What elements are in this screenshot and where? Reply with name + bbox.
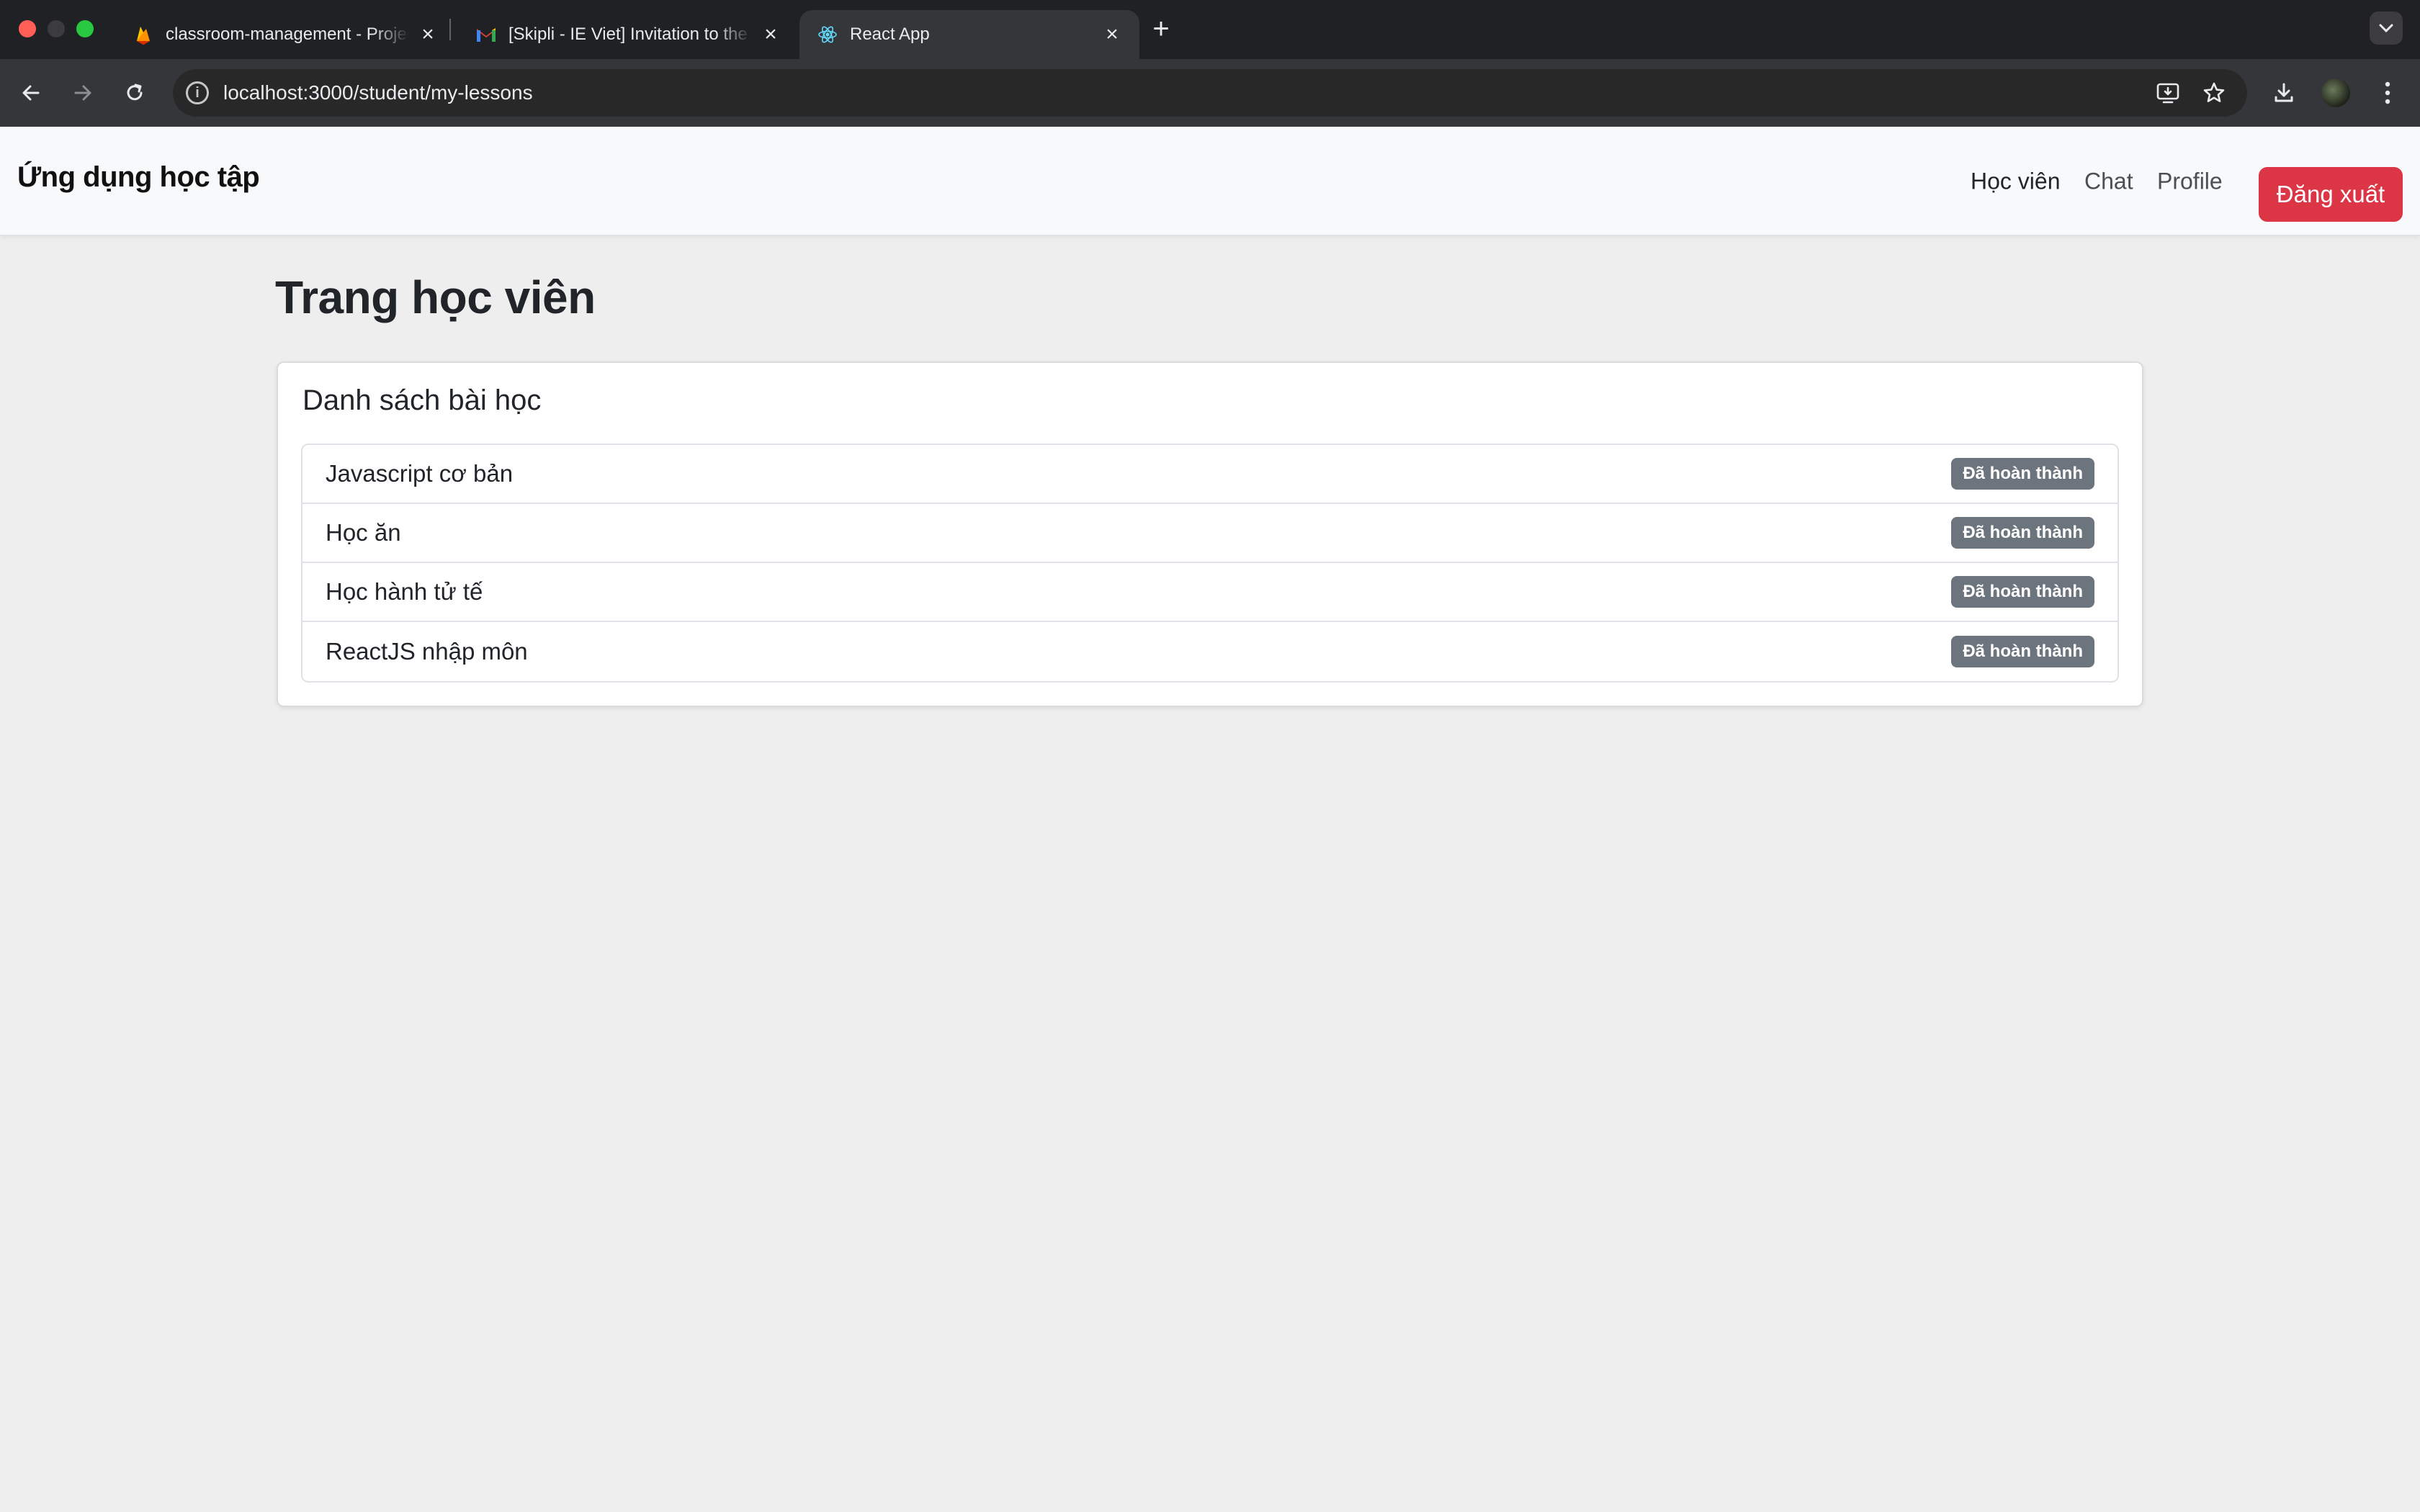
download-icon	[2275, 83, 2293, 102]
window-minimize-button[interactable]	[48, 20, 65, 37]
browser-tab-react-app[interactable]: React App ×	[799, 10, 1139, 59]
window-close-button[interactable]	[19, 20, 36, 37]
tab-title: [Skipli - IE Viet] Invitation to the	[508, 24, 748, 44]
browser-toolbar: i localhost:3000/student/my-lessons	[0, 59, 2420, 127]
site-info-icon[interactable]: i	[186, 81, 209, 104]
downloads-button[interactable]	[2266, 75, 2302, 111]
arrow-right-icon	[74, 85, 91, 101]
nav-link-chat[interactable]: Chat	[2084, 168, 2133, 195]
avatar	[2321, 78, 2350, 107]
chevron-down-icon	[2379, 24, 2393, 33]
status-badge: Đã hoàn thành	[1951, 636, 2094, 667]
status-badge: Đã hoàn thành	[1951, 576, 2094, 608]
app-brand[interactable]: Ứng dụng học tập	[17, 161, 260, 194]
tab-title: React App	[850, 24, 930, 44]
forward-button[interactable]	[65, 75, 101, 111]
browser-menu-button[interactable]	[2370, 75, 2406, 111]
gmail-icon	[475, 24, 497, 45]
nav-link-profile[interactable]: Profile	[2157, 168, 2223, 195]
lesson-name: Học hành tử tế	[326, 578, 483, 605]
tab-close-icon[interactable]: ×	[418, 22, 438, 46]
back-button[interactable]	[13, 75, 49, 111]
lesson-list: Javascript cơ bản Đã hoàn thành Học ăn Đ…	[301, 444, 2119, 683]
card-title: Danh sách bài học	[302, 384, 542, 416]
reload-icon	[127, 84, 143, 101]
browser-tab-gmail[interactable]: [Skipli - IE Viet] Invitation to the ×	[458, 10, 798, 59]
tab-close-icon[interactable]: ×	[1102, 22, 1122, 46]
lessons-card: Danh sách bài học Javascript cơ bản Đã h…	[277, 361, 2143, 707]
url-text: localhost:3000/student/my-lessons	[223, 81, 533, 104]
page-viewport: Ứng dụng học tập Học viên Chat Profile Đ…	[0, 127, 2420, 1512]
lesson-name: Học ăn	[326, 519, 401, 546]
status-badge: Đã hoàn thành	[1951, 458, 2094, 490]
list-item[interactable]: ReactJS nhập môn Đã hoàn thành	[302, 622, 2118, 681]
install-app-icon[interactable]	[2151, 76, 2185, 110]
firebase-flame-icon	[133, 24, 154, 45]
arrow-left-icon	[22, 85, 40, 101]
list-item[interactable]: Học ăn Đã hoàn thành	[302, 504, 2118, 563]
profile-button[interactable]	[2318, 75, 2354, 111]
lesson-name: Javascript cơ bản	[326, 460, 514, 487]
tab-close-icon[interactable]: ×	[761, 22, 781, 46]
logout-button[interactable]: Đăng xuất	[2259, 167, 2403, 222]
react-icon	[817, 24, 838, 45]
window-maximize-button[interactable]	[76, 20, 94, 37]
tab-title: classroom-management - Project	[166, 24, 409, 44]
status-badge: Đã hoàn thành	[1951, 517, 2094, 549]
browser-tab-strip: classroom-management - Project × [Skipli…	[0, 0, 2420, 59]
bookmark-star-icon[interactable]	[2197, 76, 2231, 110]
browser-tab-firebase[interactable]: classroom-management - Project ×	[115, 10, 455, 59]
reload-button[interactable]	[117, 75, 153, 111]
more-vertical-icon	[2385, 81, 2390, 104]
tab-search-button[interactable]	[2370, 12, 2403, 45]
tab-separator	[449, 19, 451, 40]
address-bar[interactable]: i localhost:3000/student/my-lessons	[173, 69, 2247, 117]
list-item[interactable]: Học hành tử tế Đã hoàn thành	[302, 563, 2118, 622]
nav-link-hoc-vien[interactable]: Học viên	[1971, 168, 2061, 195]
new-tab-button[interactable]: +	[1147, 13, 1175, 45]
page-title: Trang học viên	[275, 271, 596, 323]
lesson-name: ReactJS nhập môn	[326, 638, 528, 665]
list-item[interactable]: Javascript cơ bản Đã hoàn thành	[302, 445, 2118, 504]
app-navbar: Ứng dụng học tập Học viên Chat Profile Đ…	[0, 127, 2420, 236]
